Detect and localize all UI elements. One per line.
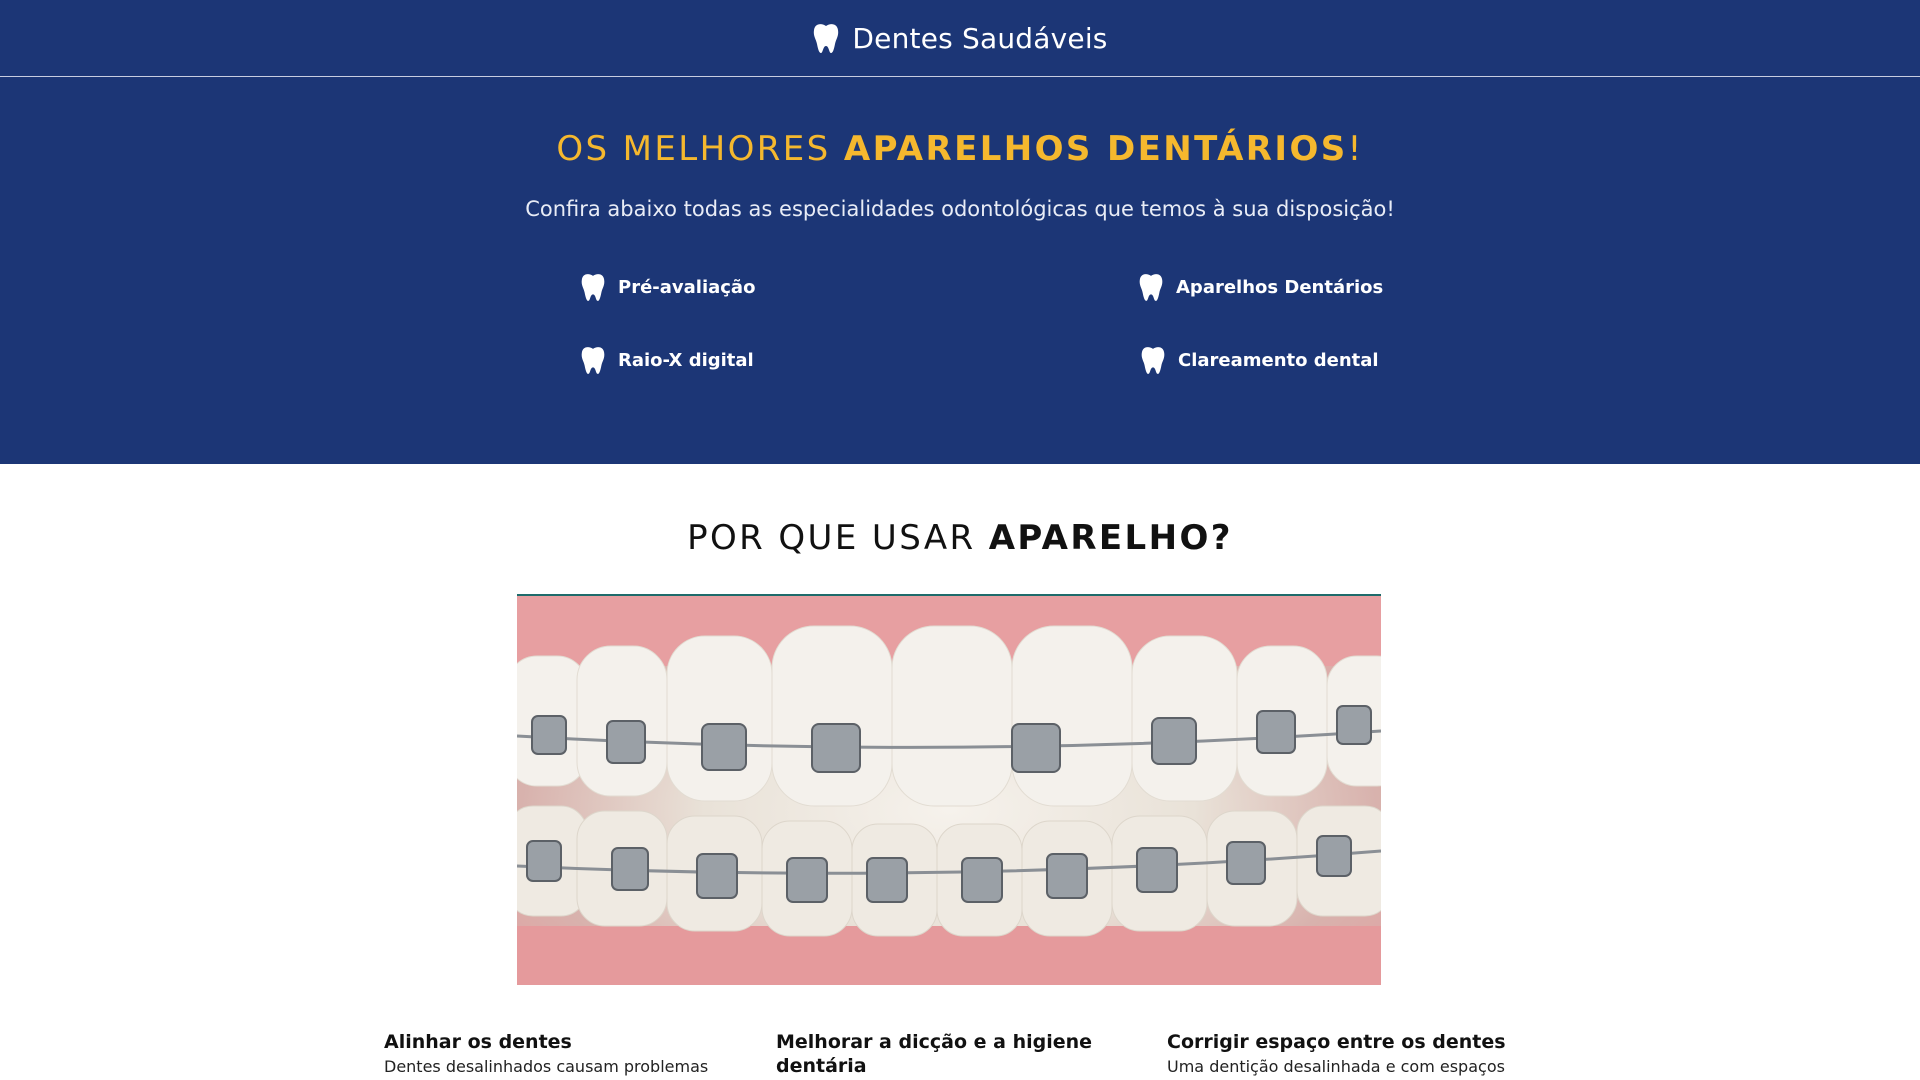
hero-title-light: OS MELHORES — [556, 129, 844, 169]
hero-title: OS MELHORES APARELHOS DENTÁRIOS! — [0, 129, 1920, 169]
tooth-icon — [1138, 272, 1164, 302]
benefit-espaco: Corrigir espaço entre os dentes Uma dent… — [1167, 1030, 1507, 1078]
hero-title-end: ! — [1347, 129, 1364, 169]
hero-subtitle: Confira abaixo todas as especialidades o… — [525, 197, 1395, 221]
feature-label: Raio-X digital — [618, 349, 754, 371]
feature-aparelhos-dentarios: Aparelhos Dentários — [1138, 272, 1383, 302]
feature-label: Clareamento dental — [1178, 349, 1379, 371]
top-bar: Dentes Saudáveis — [0, 0, 1920, 77]
feature-pre-avaliacao: Pré-avaliação — [580, 272, 755, 302]
brand-name: Dentes Saudáveis — [852, 21, 1108, 55]
tooth-icon — [580, 345, 606, 375]
feature-label: Aparelhos Dentários — [1176, 276, 1384, 298]
benefit-title: Corrigir espaço entre os dentes — [1167, 1031, 1506, 1053]
tooth-icon — [580, 272, 606, 302]
why-title-strong: APARELHO? — [988, 518, 1233, 558]
benefit-text: Dentes desalinhados causam problemas — [384, 1057, 709, 1076]
feature-raio-x-digital: Raio-X digital — [580, 345, 754, 375]
benefit-text: Uma dentição desalinhada e com espaços — [1167, 1057, 1505, 1076]
why-title-light: POR QUE USAR — [687, 518, 989, 558]
braces-photo — [517, 594, 1381, 985]
benefit-title: Alinhar os dentes — [384, 1031, 572, 1053]
benefit-title: Melhorar a dicção e a higiene dentária — [776, 1031, 1093, 1077]
hero-title-strong: APARELHOS DENTÁRIOS — [843, 129, 1348, 169]
hero-section: OS MELHORES APARELHOS DENTÁRIOS! Confira… — [0, 77, 1920, 464]
feature-label: Pré-avaliação — [618, 276, 756, 298]
benefit-diccao: Melhorar a dicção e a higiene dentária — [776, 1030, 1116, 1080]
brand-link[interactable]: Dentes Saudáveis — [812, 22, 1107, 55]
tooth-icon — [1140, 345, 1166, 375]
feature-clareamento-dental: Clareamento dental — [1140, 345, 1379, 375]
benefit-alinhar: Alinhar os dentes Dentes desalinhados ca… — [384, 1030, 724, 1078]
why-title: POR QUE USAR APARELHO? — [0, 518, 1920, 558]
tooth-icon — [812, 22, 840, 54]
